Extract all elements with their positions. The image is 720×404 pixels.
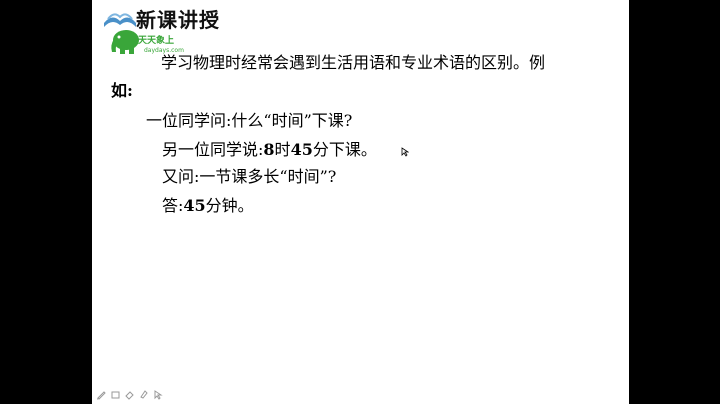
- answer2-suffix: 分钟。: [205, 196, 254, 215]
- intro-text-line1: 学习物理时经常会遇到生活用语和专业术语的区别。例: [161, 53, 546, 72]
- answer-duration: 答:45分钟。: [162, 196, 254, 216]
- annotation-toolbar: [96, 387, 163, 401]
- highlighter-icon[interactable]: [138, 389, 149, 400]
- pointer-icon[interactable]: [110, 389, 121, 400]
- answer1-hour: 8: [263, 140, 275, 159]
- presentation-window: 天天象上 daydays.com 新课讲授 学习物理时经常会遇到生活用语和专业术…: [0, 0, 720, 404]
- slide-canvas: 天天象上 daydays.com 新课讲授 学习物理时经常会遇到生活用语和专业术…: [92, 0, 629, 404]
- eraser-icon[interactable]: [124, 389, 135, 400]
- answer2-number: 45: [183, 196, 206, 215]
- answer-clock-time: 另一位同学说:8时45分下课。: [162, 140, 377, 160]
- answer1-minute: 45: [290, 140, 313, 159]
- question-class-duration: 又问:一节课多长“时间”?: [162, 167, 337, 186]
- answer2-prefix: 答:: [162, 196, 184, 215]
- intro-text-line2: 如:: [111, 81, 133, 100]
- answer1-prefix: 另一位同学说:: [162, 140, 264, 159]
- slide-title: 新课讲授: [136, 8, 220, 32]
- logo-text: 天天象上: [138, 36, 175, 46]
- mouse-cursor-icon: [401, 147, 409, 157]
- question-time-of-class-end: 一位同学问:什么“时间”下课?: [146, 111, 353, 130]
- answer1-mid: 时: [274, 140, 291, 159]
- pen-icon[interactable]: [96, 389, 107, 400]
- answer1-suffix: 分下课。: [312, 140, 377, 159]
- arrow-icon[interactable]: [152, 389, 163, 400]
